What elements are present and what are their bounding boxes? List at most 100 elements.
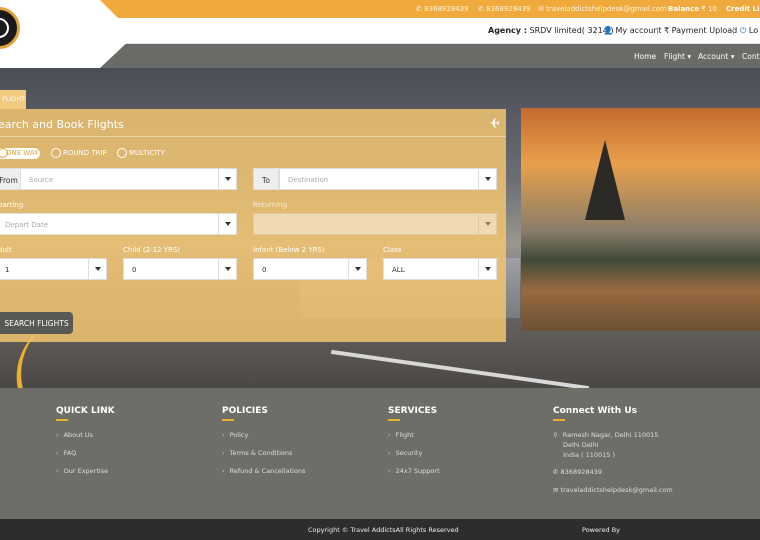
balance-value: ₹ 10 [701, 5, 717, 13]
footer-link-policy[interactable]: › Policy [222, 431, 248, 439]
tab-flight[interactable]: FLIGHT [0, 90, 26, 109]
footer-link-label: Policy [229, 431, 249, 439]
phone-number: 8368928439 [424, 5, 469, 13]
temple-photo [521, 108, 760, 331]
balance-display: Balance ₹ 10 [668, 5, 717, 13]
depart-date-input[interactable]: Depart Date [0, 213, 237, 235]
chevron-down-icon: ▾ [687, 52, 692, 61]
chevron-down-icon[interactable] [478, 169, 496, 189]
email-contact[interactable]: ✉ traveladdictshelpdesk@gmail.com [538, 5, 667, 13]
footer-link-support[interactable]: › 24x7 Support [388, 467, 440, 475]
address-text: Ramesh Nagar, Delhi 110015 [562, 431, 659, 439]
source-input[interactable]: Source [20, 168, 237, 190]
nav-flight[interactable]: Flight ▾ [664, 52, 691, 61]
chevron-right-icon: › [388, 431, 391, 439]
panel-header: earch and Book Flights [0, 109, 506, 137]
chevron-down-icon[interactable] [348, 259, 366, 279]
footer-email[interactable]: ✉ traveladdictshelpdesk@gmail.com [553, 486, 673, 494]
to-addon: To [253, 168, 279, 190]
footer-link-label: Flight [395, 431, 414, 439]
address-line: ⚲ Ramesh Nagar, Delhi 110015 [553, 431, 658, 439]
divider: | [732, 26, 735, 35]
footer-link-security[interactable]: › Security [388, 449, 422, 457]
footer-heading-policies: POLICIES [222, 406, 268, 416]
chevron-right-icon: › [56, 467, 59, 475]
class-value: ALL [392, 266, 405, 274]
heading-underline [388, 419, 400, 421]
infant-label: Infant (Below 2 YRS) [253, 246, 325, 254]
flight-search-panel: earch and Book Flights ONE WAY ROUND TRI… [0, 109, 506, 342]
footer-phone-text: 8368928439 [560, 468, 602, 476]
my-account-link[interactable]: 👤 My account [603, 26, 662, 35]
chevron-right-icon: › [388, 449, 391, 457]
chevron-right-icon: › [388, 467, 391, 475]
nav-account[interactable]: Account ▾ [698, 52, 734, 61]
phone-contact[interactable]: ✆ 8368928439 [416, 5, 469, 13]
chevron-down-icon[interactable] [478, 259, 496, 279]
from-addon: From [0, 168, 21, 190]
nav-contact[interactable]: Conta [742, 52, 760, 61]
footer-link-terms[interactable]: › Terms & Conditions [222, 449, 292, 457]
balance-label: Balance [668, 5, 700, 13]
chevron-down-icon[interactable] [88, 259, 106, 279]
whatsapp-number: 8368928439 [486, 5, 531, 13]
footer-link-faq[interactable]: › FAQ [56, 449, 76, 457]
footer-link-about[interactable]: › About Us [56, 431, 93, 439]
my-account-label: My account [615, 26, 662, 35]
powered-by-text: Powered By [582, 526, 621, 534]
to-label: To [262, 176, 270, 185]
chevron-right-icon: › [56, 449, 59, 457]
child-select[interactable]: 0 [123, 258, 237, 280]
nav-home[interactable]: Home [634, 52, 656, 61]
footer-link-label: About Us [63, 431, 94, 439]
adult-value: 1 [5, 266, 10, 274]
infant-value: 0 [262, 266, 267, 274]
from-label: From [0, 176, 18, 185]
footer-phone[interactable]: ✆ 8368928439 [553, 468, 602, 476]
envelope-icon: ✉ [553, 486, 559, 494]
footer-link-refund[interactable]: › Refund & Cancellations [222, 467, 305, 475]
destination-input[interactable]: Destination [279, 168, 497, 190]
chevron-down-icon[interactable] [218, 169, 236, 189]
chevron-down-icon[interactable] [218, 214, 236, 234]
whatsapp-contact[interactable]: ✆ 8368928439 [478, 5, 531, 13]
footer-link-label: 24x7 Support [395, 467, 440, 475]
footer-link-expertise[interactable]: › Our Expertise [56, 467, 108, 475]
class-label: Class [383, 246, 402, 254]
class-select[interactable]: ALL [383, 258, 497, 280]
trip-type-label: MULTICITY [129, 149, 165, 157]
chevron-down-icon: ▾ [730, 52, 735, 61]
address-line: India ( 110015 ) [563, 451, 616, 459]
destination-placeholder: Destination [288, 176, 329, 184]
logout-link[interactable]: ⏻ Lo [740, 26, 758, 36]
address-line: Delhi Delhi [563, 441, 599, 449]
user-icon: 👤 [603, 26, 613, 35]
credit-label: Credit Limi [726, 5, 760, 13]
footer-heading-connect: Connect With Us [553, 406, 637, 416]
trip-type-label: ROUND TRIP [63, 149, 107, 157]
departing-label: parting [0, 201, 24, 209]
trip-type-one-way[interactable]: ONE WAY [0, 148, 40, 159]
copyright-bar: Copyright © Travel AddictsAll Rights Res… [0, 519, 760, 540]
child-value: 0 [132, 266, 137, 274]
infant-select[interactable]: 0 [253, 258, 367, 280]
copyright-text: Copyright © Travel AddictsAll Rights Res… [308, 526, 459, 534]
chevron-right-icon: › [222, 467, 225, 475]
logo-ring [0, 18, 9, 38]
chevron-down-icon[interactable] [218, 259, 236, 279]
payment-upload-link[interactable]: ₹ Payment Upload [664, 26, 737, 35]
logo[interactable] [0, 7, 20, 49]
search-flights-button[interactable]: SEARCH FLIGHTS [0, 312, 73, 334]
footer-link-flight[interactable]: › Flight [388, 431, 414, 439]
agency-label: Agency : [488, 26, 527, 35]
adult-select[interactable]: 1 [0, 258, 107, 280]
road-line [330, 349, 590, 391]
return-date-input[interactable] [253, 213, 497, 235]
panel-title: earch and Book Flights [0, 118, 124, 131]
footer-link-label: Terms & Conditions [229, 449, 293, 457]
chevron-down-icon[interactable] [478, 214, 496, 234]
chevron-right-icon: › [222, 431, 225, 439]
depart-date-placeholder: Depart Date [5, 221, 49, 229]
nav-flight-label: Flight [664, 52, 685, 61]
plane-icon [488, 118, 499, 128]
